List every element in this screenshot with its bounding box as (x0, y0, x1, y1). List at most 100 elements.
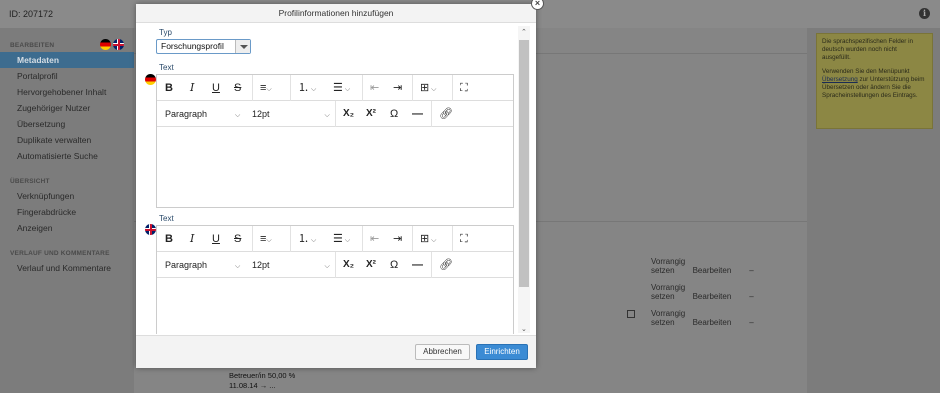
prioritize-link[interactable]: Vorrangig setzen (651, 257, 685, 275)
bullet-list-icon[interactable]: ☰ ⌵ (333, 80, 350, 96)
sidebar-item-fingerprints[interactable]: Fingerabdrücke (0, 204, 134, 220)
editor-content-area[interactable] (157, 127, 513, 207)
align-icon[interactable]: ≡⌵ (260, 80, 272, 96)
chevron-down-icon[interactable]: ⌄ (521, 325, 527, 333)
sidebar-section-edit: BEARBEITEN (10, 42, 55, 49)
special-char-icon[interactable]: Ω (390, 257, 398, 273)
remove-icon[interactable]: – (749, 292, 753, 301)
language-warning-note: Die sprachspezifischen Felder in deutsch… (816, 33, 933, 129)
prioritize-link[interactable]: Vorrangig setzen (651, 309, 685, 327)
outdent-icon[interactable]: ⇤ (370, 80, 379, 96)
row-actions: Vorrangig setzen Bearbeiten – (651, 283, 807, 301)
underline-button[interactable]: U (212, 80, 220, 96)
sidebar-item-related-user[interactable]: Zugehöriger Nutzer (0, 100, 134, 116)
paragraph-format-select[interactable]: Paragraph ⌵ (165, 106, 240, 122)
prioritize-link[interactable]: Vorrangig setzen (651, 283, 685, 301)
sidebar-item-translation[interactable]: Übersetzung (0, 116, 134, 132)
indent-icon[interactable]: ⇥ (393, 80, 402, 96)
editor-toolbar-row1: B I U S ≡⌵ ⒈ ⌵ ☰ ⌵ ⇤ ⇥ ⊞ ⌵ ⛶ (157, 226, 513, 252)
outdent-icon[interactable]: ⇤ (370, 231, 379, 247)
sidebar-section-overview: ÜBERSICHT (10, 178, 50, 185)
rich-text-editor-en: B I U S ≡⌵ ⒈ ⌵ ☰ ⌵ ⇤ ⇥ ⊞ ⌵ ⛶ Paragraph ⌵ … (156, 225, 514, 334)
dialog-footer: Abbrechen Einrichten (136, 335, 536, 368)
link-icon[interactable]: 🔗︎ (439, 257, 453, 273)
sidebar-item-portal-profile[interactable]: Portalprofil (0, 68, 134, 84)
editor-toolbar-row2: Paragraph ⌵ 12pt ⌵ X₂ X² Ω — 🔗︎ (157, 101, 513, 127)
superscript-icon[interactable]: X² (366, 257, 376, 273)
superscript-icon[interactable]: X² (366, 106, 376, 122)
italic-button[interactable]: I (190, 231, 194, 247)
role-text: Betreuer/in 50,00 % (229, 371, 296, 380)
english-flag-icon[interactable] (113, 39, 124, 50)
table-icon[interactable]: ⊞ ⌵ (420, 231, 436, 247)
edit-link[interactable]: Bearbeiten (693, 266, 732, 275)
editor-content-area[interactable] (157, 278, 513, 334)
right-panel: Die sprachspezifischen Felder in deutsch… (807, 28, 940, 393)
font-size-select[interactable]: 12pt ⌵ (252, 257, 330, 273)
text-label-en: Text (159, 214, 174, 223)
edit-link[interactable]: Bearbeiten (693, 318, 732, 327)
create-button[interactable]: Einrichten (476, 344, 528, 360)
dialog-body: Typ Forschungsprofil Text B I U S ≡⌵ ⒈ ⌵… (136, 24, 536, 334)
period-text: 11.08.14 → ... (229, 381, 276, 390)
editor-toolbar-row2: Paragraph ⌵ 12pt ⌵ X₂ X² Ω — 🔗︎ (157, 252, 513, 278)
underline-button[interactable]: U (212, 231, 220, 247)
chevron-up-icon[interactable]: ⌃ (521, 28, 527, 36)
rich-text-editor-de: B I U S ≡⌵ ⒈ ⌵ ☰ ⌵ ⇤ ⇥ ⊞ ⌵ ⛶ Paragraph ⌵ … (156, 74, 514, 208)
strikethrough-button[interactable]: S (234, 80, 241, 96)
translation-link[interactable]: Übersetzung (822, 76, 858, 83)
bold-button[interactable]: B (165, 80, 173, 96)
row-actions: Vorrangig setzen Bearbeiten – (651, 309, 807, 327)
text-label-de: Text (159, 63, 174, 72)
align-icon[interactable]: ≡⌵ (260, 231, 272, 247)
type-select[interactable]: Forschungsprofil (156, 39, 251, 54)
sidebar-item-display[interactable]: Anzeigen (0, 220, 134, 236)
info-icon[interactable]: i (919, 8, 930, 19)
strikethrough-button[interactable]: S (234, 231, 241, 247)
numbered-list-icon[interactable]: ⒈ ⌵ (298, 80, 316, 96)
sidebar-item-duplicates[interactable]: Duplikate verwalten (0, 132, 134, 148)
chevron-down-icon[interactable] (235, 40, 250, 53)
record-id: ID: 207172 (9, 9, 54, 19)
italic-button[interactable]: I (190, 80, 194, 96)
bullet-list-icon[interactable]: ☰ ⌵ (333, 231, 350, 247)
subscript-icon[interactable]: X₂ (343, 106, 354, 122)
note-text-2: Verwenden Sie den Menüpunkt Übersetzung … (822, 68, 925, 99)
sidebar-section-history: VERLAUF UND KOMMENTARE (10, 250, 110, 257)
remove-icon[interactable]: – (749, 266, 753, 275)
type-label: Typ (159, 28, 172, 37)
dialog-scrollbar[interactable]: ⌃ ⌄ (518, 26, 530, 333)
sidebar-item-metadata[interactable]: Metadaten (0, 52, 134, 68)
sidebar-item-links[interactable]: Verknüpfungen (0, 188, 134, 204)
row-actions: Vorrangig setzen Bearbeiten – (651, 257, 807, 275)
sidebar-item-history-comments[interactable]: Verlauf und Kommentare (0, 260, 134, 276)
fullscreen-icon[interactable]: ⛶ (460, 80, 468, 96)
font-size-select[interactable]: 12pt ⌵ (252, 106, 330, 122)
sidebar-item-automated-search[interactable]: Automatisierte Suche (0, 148, 134, 164)
editor-toolbar-row1: B I U S ≡⌵ ⒈ ⌵ ☰ ⌵ ⇤ ⇥ ⊞ ⌵ ⛶ (157, 75, 513, 101)
special-char-icon[interactable]: Ω (390, 106, 398, 122)
german-flag-icon[interactable] (100, 39, 111, 50)
horizontal-line-icon[interactable]: — (412, 257, 423, 273)
horizontal-line-icon[interactable]: — (412, 106, 423, 122)
remove-icon[interactable]: – (749, 318, 753, 327)
paragraph-format-select[interactable]: Paragraph ⌵ (165, 257, 240, 273)
english-flag-icon (145, 224, 156, 235)
german-flag-icon (145, 74, 156, 85)
numbered-list-icon[interactable]: ⒈ ⌵ (298, 231, 316, 247)
sidebar: BEARBEITEN Metadaten Portalprofil Hervor… (0, 28, 134, 393)
hidden-icon[interactable] (627, 310, 635, 318)
edit-link[interactable]: Bearbeiten (693, 292, 732, 301)
dialog-title: Profilinformationen hinzufügen (136, 4, 536, 23)
table-icon[interactable]: ⊞ ⌵ (420, 80, 436, 96)
bold-button[interactable]: B (165, 231, 173, 247)
subscript-icon[interactable]: X₂ (343, 257, 354, 273)
cancel-button[interactable]: Abbrechen (415, 344, 470, 360)
profile-info-dialog: Profilinformationen hinzufügen × Typ For… (136, 0, 544, 368)
fullscreen-icon[interactable]: ⛶ (460, 231, 468, 247)
indent-icon[interactable]: ⇥ (393, 231, 402, 247)
link-icon[interactable]: 🔗︎ (439, 106, 453, 122)
note-text-1: Die sprachspezifischen Felder in deutsch… (822, 38, 913, 61)
sidebar-item-highlighted-content[interactable]: Hervorgehobener Inhalt (0, 84, 134, 100)
scrollbar-thumb[interactable] (519, 40, 529, 287)
